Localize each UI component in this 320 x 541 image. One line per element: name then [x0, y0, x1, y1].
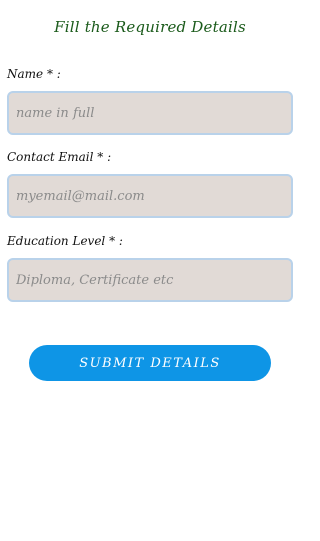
education-level-input[interactable] [7, 258, 293, 302]
form-title: Fill the Required Details [54, 18, 246, 36]
contact-email-input[interactable] [7, 174, 293, 218]
name-label: Name * : [7, 67, 61, 81]
name-input[interactable] [7, 91, 293, 135]
submit-details-button[interactable]: Submit Details [29, 345, 271, 381]
contact-email-label: Contact Email * : [7, 150, 112, 164]
education-level-label: Education Level * : [7, 234, 123, 248]
